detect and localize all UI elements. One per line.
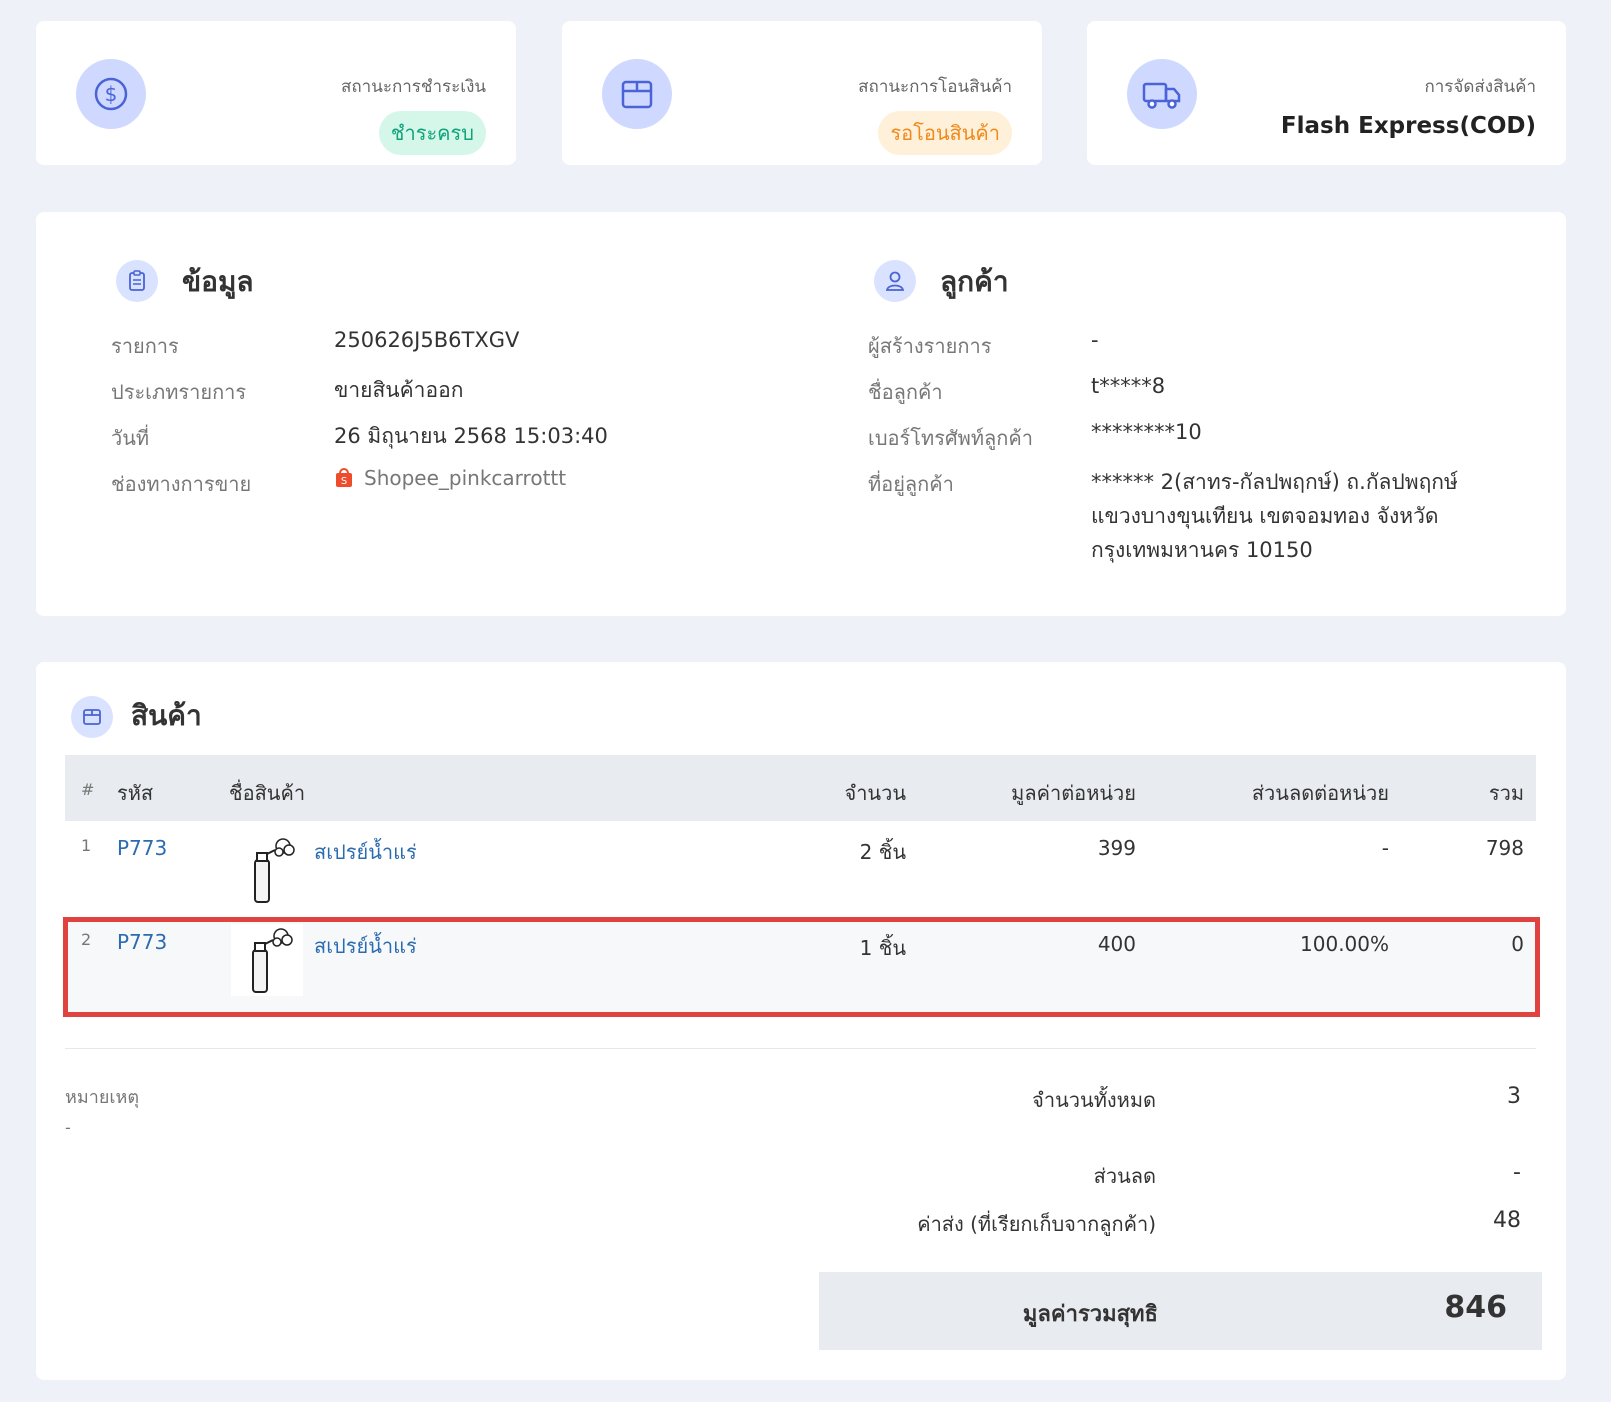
products-title: สินค้า bbox=[131, 699, 202, 732]
total-qty-label: จำนวนทั้งหมด bbox=[1032, 1088, 1156, 1112]
col-header-unit-discount[interactable]: ส่วนลดต่อหน่วย bbox=[1252, 777, 1389, 809]
net-total-box: มูลค่ารวมสุทธิ 846 bbox=[819, 1272, 1542, 1350]
col-header-index: # bbox=[81, 780, 95, 799]
net-total-label: มูลค่ารวมสุทธิ bbox=[1022, 1302, 1158, 1327]
shipping-card: การจัดส่งสินค้า Flash Express(COD) bbox=[1087, 21, 1566, 165]
net-total-value: 846 bbox=[1444, 1290, 1507, 1325]
transfer-status-card: สถานะการโอนสินค้า รอโอนสินค้า bbox=[562, 21, 1042, 165]
product-thumbnail[interactable] bbox=[231, 924, 303, 996]
row-qty: 2 ชิ้น bbox=[859, 840, 906, 864]
sales-channel-name: Shopee_pinkcarrottt bbox=[364, 466, 567, 490]
payment-status-badge: ชำระครบ bbox=[378, 111, 486, 155]
info-label-channel: ช่องทางการขาย bbox=[111, 472, 252, 496]
shipping-fee-label: ค่าส่ง (ที่เรียกเก็บจากลูกค้า) bbox=[917, 1212, 1156, 1236]
info-label-type: ประเภทรายการ bbox=[111, 380, 247, 404]
customer-address-line: ****** 2(สาทร-กัลปพฤกษ์) ถ.กัลปพฤกษ์ bbox=[1091, 470, 1458, 494]
customer-label-creator: ผู้สร้างรายการ bbox=[868, 334, 992, 358]
product-name-link[interactable]: สเปรย์น้ำแร่ bbox=[314, 836, 417, 868]
customer-value-name: t*****8 bbox=[1091, 374, 1166, 398]
payment-status-label: สถานะการชำระเงิน bbox=[340, 77, 486, 97]
product-code-link[interactable]: P773 bbox=[117, 836, 167, 860]
shipping-fee-value: 48 bbox=[1493, 1208, 1521, 1233]
transfer-status-label: สถานะการโอนสินค้า bbox=[858, 77, 1012, 97]
product-code-link[interactable]: P773 bbox=[117, 930, 167, 954]
col-header-name[interactable]: ชื่อสินค้า bbox=[229, 777, 305, 809]
info-title: ข้อมูล bbox=[182, 265, 254, 298]
customer-label-address: ที่อยู่ลูกค้า bbox=[868, 472, 954, 496]
transfer-status-badge: รอโอนสินค้า bbox=[878, 111, 1012, 155]
sales-channel[interactable]: S Shopee_pinkcarrottt bbox=[334, 466, 566, 493]
note-label: หมายเหตุ bbox=[65, 1087, 140, 1108]
row-unit-discount: 100.00% bbox=[1300, 932, 1389, 956]
row-unit-price: 400 bbox=[1097, 932, 1136, 956]
table-row: 1 P773 สเปรย์น้ำแร่ 2 ชิ้น 399 - 798 bbox=[65, 822, 1536, 917]
dollar-icon: $ bbox=[76, 59, 146, 129]
svg-text:S: S bbox=[341, 476, 347, 487]
product-thumbnail[interactable] bbox=[237, 834, 309, 906]
total-qty-value: 3 bbox=[1507, 1084, 1521, 1109]
customer-value-phone: ********10 bbox=[1091, 420, 1202, 444]
order-info-card: ข้อมูล รายการ 250626J5B6TXGV ประเภทรายกา… bbox=[36, 212, 1566, 616]
col-header-code[interactable]: รหัส bbox=[117, 777, 153, 809]
info-label-date: วันที่ bbox=[111, 426, 150, 450]
box-icon bbox=[71, 696, 113, 738]
user-icon bbox=[874, 260, 916, 302]
customer-address-line: กรุงเทพมหานคร 10150 bbox=[1091, 538, 1313, 562]
products-card: สินค้า # รหัส ชื่อสินค้า จำนวน มูลค่าต่อ… bbox=[36, 662, 1566, 1380]
shipping-label: การจัดส่งสินค้า bbox=[1424, 77, 1536, 97]
row-unit-discount: - bbox=[1381, 836, 1389, 860]
row-total: 0 bbox=[1511, 932, 1524, 956]
product-name-link[interactable]: สเปรย์น้ำแร่ bbox=[314, 930, 417, 962]
shopee-icon: S bbox=[334, 466, 354, 493]
note-value: - bbox=[65, 1118, 71, 1137]
shipping-method: Flash Express(COD) bbox=[1280, 113, 1536, 139]
box-icon bbox=[602, 59, 672, 129]
col-header-total[interactable]: รวม bbox=[1489, 777, 1524, 809]
row-unit-price: 399 bbox=[1097, 836, 1136, 860]
discount-label: ส่วนลด bbox=[1093, 1164, 1156, 1188]
customer-value-creator: - bbox=[1091, 328, 1099, 352]
customer-title: ลูกค้า bbox=[940, 265, 1009, 298]
customer-address-line: แขวงบางขุนเทียน เขตจอมทอง จังหวัด bbox=[1091, 504, 1439, 528]
col-header-qty[interactable]: จำนวน bbox=[844, 777, 906, 809]
products-table-header: # รหัส ชื่อสินค้า จำนวน มูลค่าต่อหน่วย ส… bbox=[65, 755, 1536, 821]
customer-label-phone: เบอร์โทรศัพท์ลูกค้า bbox=[868, 426, 1033, 450]
row-index: 1 bbox=[81, 836, 92, 855]
row-qty: 1 ชิ้น bbox=[859, 936, 906, 960]
col-header-unit-price[interactable]: มูลค่าต่อหน่วย bbox=[1011, 777, 1136, 809]
payment-status-card: $ สถานะการชำระเงิน ชำระครบ bbox=[36, 21, 516, 165]
info-value-type: ขายสินค้าออก bbox=[334, 378, 464, 402]
discount-value: - bbox=[1513, 1160, 1521, 1185]
clipboard-icon bbox=[116, 260, 158, 302]
row-index: 2 bbox=[81, 930, 92, 949]
truck-icon bbox=[1127, 59, 1197, 129]
svg-text:$: $ bbox=[105, 82, 118, 106]
info-value-date: 26 มิถุนายน 2568 15:03:40 bbox=[334, 424, 608, 448]
info-value-order: 250626J5B6TXGV bbox=[334, 328, 520, 352]
info-label-order: รายการ bbox=[111, 334, 179, 358]
customer-label-name: ชื่อลูกค้า bbox=[868, 380, 943, 404]
divider bbox=[65, 1048, 1536, 1049]
table-row: 2 P773 สเปรย์น้ำแร่ 1 ชิ้น 400 100.00% 0 bbox=[65, 922, 1536, 1012]
row-total: 798 bbox=[1485, 836, 1524, 860]
